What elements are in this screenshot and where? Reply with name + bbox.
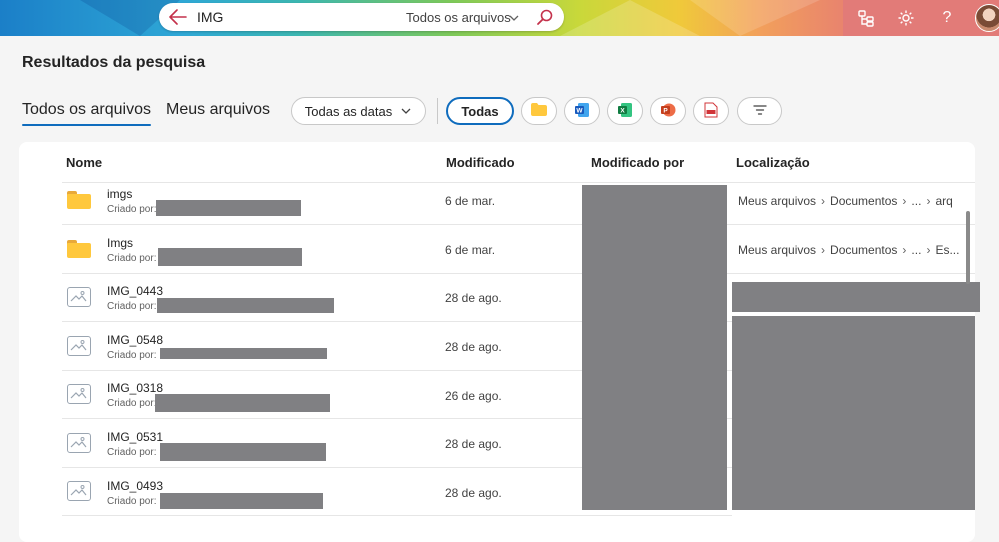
- location-path[interactable]: Meus arquivos › Documentos ›... › Es...: [738, 243, 959, 257]
- word-icon: W: [574, 102, 590, 121]
- redacted-block: [160, 443, 326, 461]
- redacted-block: [160, 348, 327, 359]
- header-divider: [62, 182, 975, 183]
- org-chart-icon[interactable]: [856, 8, 876, 28]
- column-header-name[interactable]: Nome: [66, 155, 102, 170]
- filter-pdf-button[interactable]: [693, 97, 729, 125]
- path-segment: arq: [935, 194, 953, 208]
- created-by-label: Criado por:: [107, 447, 157, 458]
- file-name[interactable]: Imgs: [107, 236, 133, 250]
- image-file-icon: [67, 287, 91, 307]
- filter-all-types-button[interactable]: Todas: [446, 97, 514, 125]
- image-file-icon: [67, 336, 91, 356]
- redacted-block: [156, 200, 301, 216]
- row-divider: [62, 224, 975, 225]
- folder-icon: [67, 191, 91, 209]
- redacted-block: [157, 298, 334, 313]
- modified-date: 28 de ago.: [445, 486, 502, 500]
- folder-icon: [531, 103, 547, 119]
- created-by-label: Criado por:: [107, 253, 157, 264]
- redacted-location: [732, 316, 975, 510]
- image-file-icon: [67, 481, 91, 501]
- filter-lines-icon: [752, 104, 767, 119]
- redacted-block: [160, 493, 323, 509]
- modified-date: 6 de mar.: [445, 243, 496, 257]
- search-scope-dropdown[interactable]: Todos os arquivos: [406, 10, 511, 25]
- column-header-modified-by[interactable]: Modificado por: [591, 155, 684, 170]
- avatar[interactable]: [975, 4, 999, 32]
- search-input[interactable]: IMG: [197, 9, 223, 25]
- file-name[interactable]: IMG_0493: [107, 479, 163, 493]
- redacted-modified-by-column: [582, 185, 727, 510]
- help-icon[interactable]: ?: [937, 8, 957, 28]
- filter-folders-button[interactable]: [521, 97, 557, 125]
- file-name[interactable]: IMG_0318: [107, 381, 163, 395]
- tab-my-files[interactable]: Meus arquivos: [166, 101, 270, 119]
- path-segment: Documentos: [830, 194, 898, 208]
- file-name[interactable]: IMG_0443: [107, 284, 163, 298]
- redacted-block: [158, 248, 302, 266]
- file-name[interactable]: IMG_0548: [107, 333, 163, 347]
- tab-all-files[interactable]: Todos os arquivos: [22, 101, 151, 119]
- chevron-right-icon: ›: [821, 194, 826, 208]
- search-icon[interactable]: [536, 8, 554, 26]
- filter-all-label: Todas: [461, 103, 499, 119]
- divider: [437, 98, 438, 124]
- chevron-right-icon: ›: [926, 243, 931, 257]
- row-divider: [62, 273, 975, 274]
- scrollbar-thumb[interactable]: [966, 211, 970, 284]
- svg-text:W: W: [576, 107, 583, 114]
- more-filters-button[interactable]: [737, 97, 782, 125]
- row-divider: [62, 515, 732, 516]
- created-by-label: Criado por:: [107, 398, 157, 409]
- created-by-label: Criado por:: [107, 496, 157, 507]
- modified-date: 6 de mar.: [445, 194, 496, 208]
- redacted-block: [155, 394, 330, 412]
- chevron-right-icon: ›: [821, 243, 826, 257]
- file-name[interactable]: imgs: [107, 187, 132, 201]
- path-segment: ...: [911, 194, 922, 208]
- filter-word-button[interactable]: W: [564, 97, 600, 125]
- image-file-icon: [67, 433, 91, 453]
- created-by-label: Criado por:: [107, 204, 157, 215]
- search-box[interactable]: IMG Todos os arquivos: [159, 3, 564, 31]
- folder-icon: [67, 240, 91, 258]
- column-header-modified[interactable]: Modificado: [446, 155, 515, 170]
- path-segment: Documentos: [830, 243, 898, 257]
- created-by-label: Criado por:: [107, 301, 157, 312]
- created-by-label: Criado por:: [107, 350, 157, 361]
- filter-excel-button[interactable]: X: [607, 97, 643, 125]
- chevron-right-icon: ›: [902, 194, 907, 208]
- pdf-icon: [704, 102, 718, 121]
- filter-powerpoint-button[interactable]: P: [650, 97, 686, 125]
- modified-date: 26 de ago.: [445, 389, 502, 403]
- file-name[interactable]: IMG_0531: [107, 430, 163, 444]
- chevron-down-icon[interactable]: [508, 11, 520, 23]
- svg-text:P: P: [663, 107, 668, 114]
- redacted-location: [732, 282, 980, 312]
- modified-date: 28 de ago.: [445, 291, 502, 305]
- svg-text:X: X: [620, 107, 625, 114]
- back-arrow-icon[interactable]: [169, 9, 187, 25]
- path-segment: Meus arquivos: [738, 194, 817, 208]
- location-path[interactable]: Meus arquivos › Documentos ›... › arq: [738, 194, 953, 208]
- date-filter-dropdown[interactable]: Todas as datas: [291, 97, 426, 125]
- date-filter-label: Todas as datas: [304, 103, 393, 119]
- column-header-location[interactable]: Localização: [736, 155, 810, 170]
- page-title: Resultados da pesquisa: [22, 54, 206, 71]
- modified-date: 28 de ago.: [445, 340, 502, 354]
- image-file-icon: [67, 384, 91, 404]
- modified-date: 28 de ago.: [445, 437, 502, 451]
- path-segment: Es...: [935, 243, 960, 257]
- path-segment: ...: [911, 243, 922, 257]
- excel-icon: X: [617, 102, 633, 121]
- chevron-right-icon: ›: [902, 243, 907, 257]
- tab-selected-indicator: [22, 124, 151, 126]
- gear-icon[interactable]: [896, 8, 916, 28]
- powerpoint-icon: P: [660, 102, 676, 121]
- chevron-right-icon: ›: [926, 194, 931, 208]
- chevron-down-icon: [400, 105, 412, 117]
- path-segment: Meus arquivos: [738, 243, 817, 257]
